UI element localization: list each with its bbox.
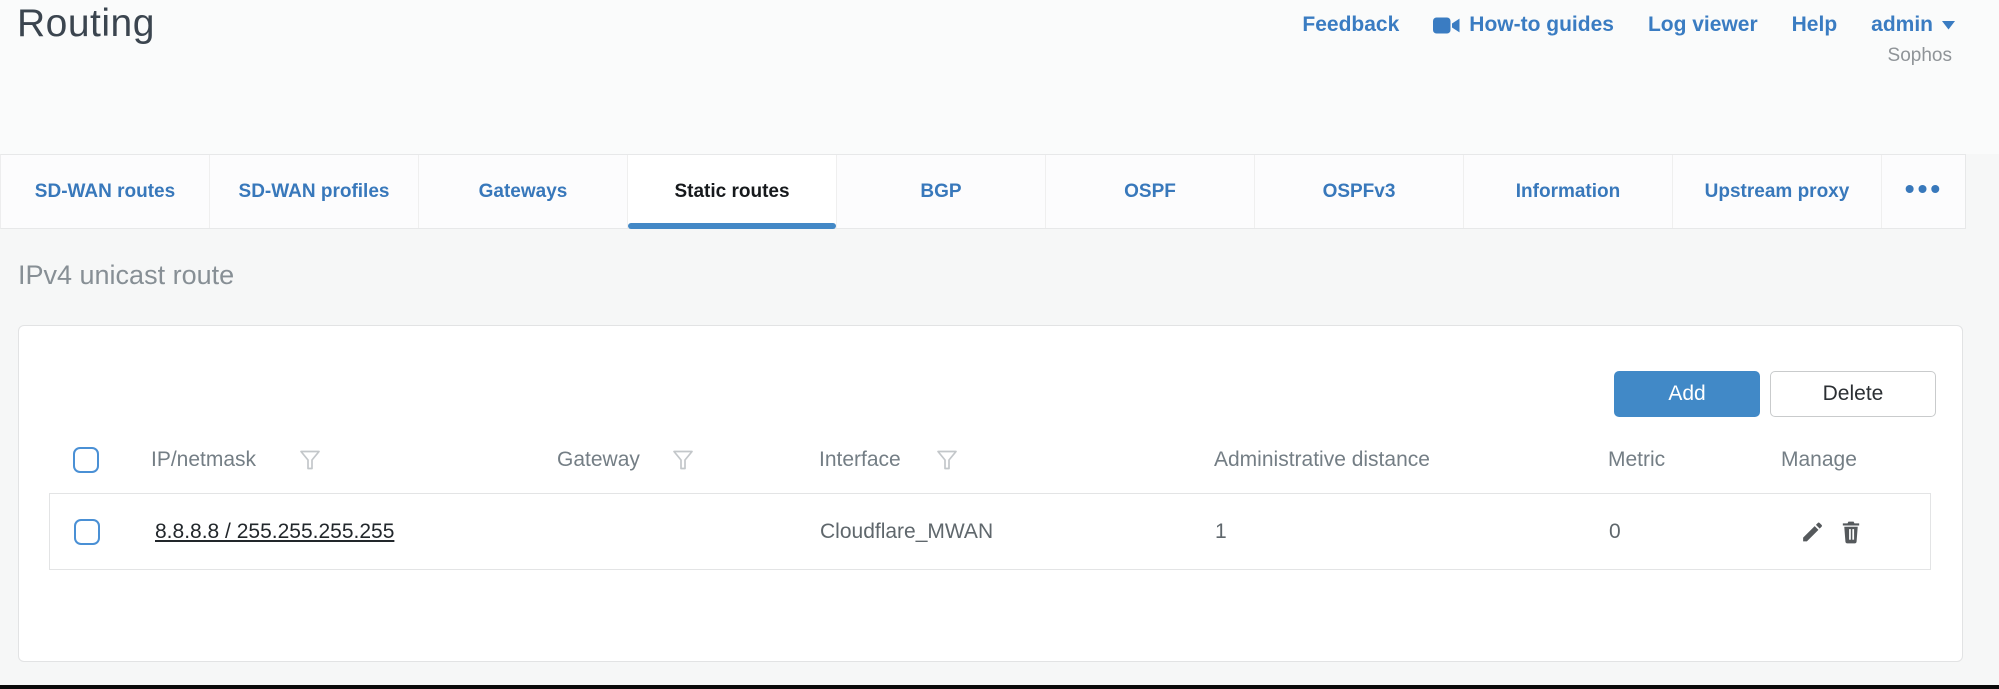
column-header-gateway: Gateway xyxy=(557,448,640,472)
admin-menu[interactable]: admin xyxy=(1871,13,1955,37)
filter-funnel-icon[interactable] xyxy=(936,450,958,470)
column-header-ip-netmask: IP/netmask xyxy=(151,448,256,472)
log-viewer-link[interactable]: Log viewer xyxy=(1648,13,1758,37)
chevron-down-icon xyxy=(1942,21,1955,30)
howto-guides-label: How-to guides xyxy=(1469,13,1614,37)
brand-label: Sophos xyxy=(1888,45,1952,67)
tab-sdwan-routes[interactable]: SD-WAN routes xyxy=(1,155,210,228)
add-button[interactable]: Add xyxy=(1614,371,1760,417)
routes-card: Add Delete IP/netmask Gateway Interface … xyxy=(18,325,1963,662)
route-admin-distance-value: 1 xyxy=(1215,520,1227,544)
column-header-manage: Manage xyxy=(1781,448,1857,472)
edit-pencil-icon[interactable] xyxy=(1800,519,1825,544)
admin-label: admin xyxy=(1871,13,1933,37)
column-header-administrative-distance: Administrative distance xyxy=(1214,448,1430,472)
tab-static-routes[interactable]: Static routes xyxy=(628,155,837,228)
route-interface-value: Cloudflare_MWAN xyxy=(820,520,993,544)
section-title: IPv4 unicast route xyxy=(18,260,234,291)
feedback-label: Feedback xyxy=(1302,13,1399,37)
help-link[interactable]: Help xyxy=(1792,13,1838,37)
feedback-link[interactable]: Feedback xyxy=(1302,13,1399,37)
page-title: Routing xyxy=(17,2,155,46)
tab-ospf[interactable]: OSPF xyxy=(1046,155,1255,228)
delete-trash-icon[interactable] xyxy=(1839,519,1863,544)
row-checkbox[interactable] xyxy=(74,519,100,545)
column-header-interface: Interface xyxy=(819,448,901,472)
howto-guides-link[interactable]: How-to guides xyxy=(1433,13,1614,37)
table-header-row: IP/netmask Gateway Interface Administrat… xyxy=(19,438,1962,482)
tab-information[interactable]: Information xyxy=(1464,155,1673,228)
tab-bgp[interactable]: BGP xyxy=(837,155,1046,228)
tabs-overflow-button[interactable]: ••• xyxy=(1882,155,1966,228)
route-ip-netmask-link[interactable]: 8.8.8.8 / 255.255.255.255 xyxy=(155,520,394,544)
tab-gateways[interactable]: Gateways xyxy=(419,155,628,228)
video-camera-icon xyxy=(1433,16,1460,35)
tab-ospfv3[interactable]: OSPFv3 xyxy=(1255,155,1464,228)
help-label: Help xyxy=(1792,13,1838,37)
tab-bar: SD-WAN routes SD-WAN profiles Gateways S… xyxy=(0,154,1966,229)
window-bottom-edge xyxy=(0,685,1999,689)
route-metric-value: 0 xyxy=(1609,520,1621,544)
select-all-checkbox[interactable] xyxy=(73,447,99,473)
top-nav: Feedback How-to guides Log viewer Help a… xyxy=(1302,13,1955,37)
filter-funnel-icon[interactable] xyxy=(672,450,694,470)
log-viewer-label: Log viewer xyxy=(1648,13,1758,37)
tab-sdwan-profiles[interactable]: SD-WAN profiles xyxy=(210,155,419,228)
tab-upstream-proxy[interactable]: Upstream proxy xyxy=(1673,155,1882,228)
delete-button[interactable]: Delete xyxy=(1770,371,1936,417)
filter-funnel-icon[interactable] xyxy=(299,450,321,470)
table-row: 8.8.8.8 / 255.255.255.255 Cloudflare_MWA… xyxy=(49,493,1931,570)
column-header-metric: Metric xyxy=(1608,448,1665,472)
